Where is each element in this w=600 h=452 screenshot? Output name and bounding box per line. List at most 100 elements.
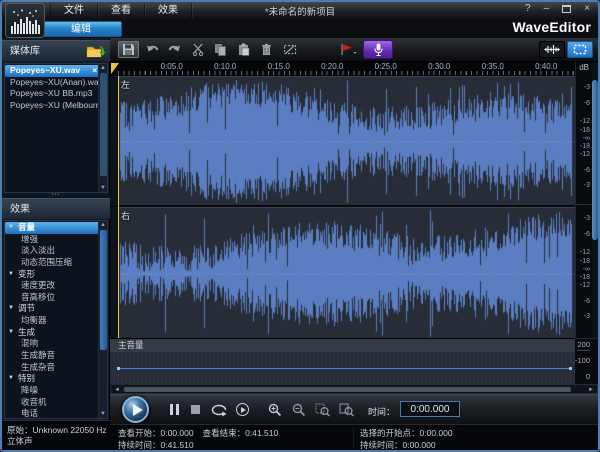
undo-button[interactable] xyxy=(141,41,162,58)
effects-title: 效果 xyxy=(10,204,30,215)
scrollbar-thumb[interactable] xyxy=(592,80,598,240)
menu-file[interactable]: 文件 xyxy=(50,3,98,19)
import-folder-icon[interactable] xyxy=(86,44,106,59)
scroll-down-icon[interactable]: ▼ xyxy=(99,410,107,418)
undo-icon xyxy=(146,45,158,51)
envelope-handle[interactable] xyxy=(117,367,120,370)
scrollbar-thumb[interactable] xyxy=(100,73,107,176)
collapse-icon[interactable]: ▼ xyxy=(8,269,14,281)
effect-item[interactable]: 混响 xyxy=(5,338,100,350)
waveform-right-channel[interactable] xyxy=(118,207,575,339)
effects-list-scrollbar[interactable]: ▲ ▼ xyxy=(98,221,107,418)
effect-item[interactable]: 淡入淡出 xyxy=(5,245,100,257)
effect-item[interactable]: 收音机 xyxy=(5,397,100,409)
help-button[interactable]: ? xyxy=(525,3,531,15)
pause-button[interactable] xyxy=(170,404,179,415)
copy-icon xyxy=(215,44,226,56)
play-selection-button[interactable] xyxy=(236,403,249,416)
scrollbar-thumb[interactable] xyxy=(124,387,571,392)
close-button[interactable]: × xyxy=(584,3,590,15)
media-item-label: Popeyes~XU(Anan).wav xyxy=(10,76,100,87)
close-item-icon[interactable]: × xyxy=(92,65,97,77)
effect-group[interactable]: ▼ 特别 xyxy=(5,373,100,385)
trash-icon xyxy=(262,43,271,55)
effect-group[interactable]: ▼ 调节 xyxy=(5,303,100,315)
effect-label: 动态范围压缩 xyxy=(21,256,73,267)
master-volume-panel[interactable]: 主音量 xyxy=(110,338,575,384)
loop-button[interactable] xyxy=(209,403,229,417)
effect-item[interactable]: 速度更改 xyxy=(5,280,100,292)
selection-mode-button[interactable] xyxy=(567,41,593,58)
effect-item[interactable]: 增强 xyxy=(5,234,100,246)
media-item-label: Popeyes~XU BB.mp3 xyxy=(10,88,93,98)
envelope-handle[interactable] xyxy=(569,367,572,370)
maximize-button[interactable] xyxy=(562,5,572,13)
tab-edit[interactable]: 编辑 xyxy=(40,21,122,37)
scroll-down-icon[interactable]: ▼ xyxy=(99,184,107,192)
effect-group[interactable]: ▼ 变形 xyxy=(5,269,100,281)
timeline-ruler[interactable]: 0:05.0 0:10.0 0:15.0 0:20.0 0:25.0 0:30.… xyxy=(110,62,575,76)
media-item[interactable]: Popeyes~XU.wav × xyxy=(5,65,100,77)
playhead-marker-icon[interactable] xyxy=(111,63,119,74)
media-item[interactable]: Popeyes~XU BB.mp3 xyxy=(5,88,100,100)
time-display[interactable]: 0:00.000 xyxy=(400,401,460,417)
ruler-tick-label: 0:35.0 xyxy=(481,62,504,71)
collapse-icon[interactable]: ▼ xyxy=(8,303,14,315)
media-item[interactable]: Popeyes~XU (Melbourn... xyxy=(5,100,100,112)
effect-item[interactable]: 均衡器 xyxy=(5,315,100,327)
menu-view[interactable]: 查看 xyxy=(98,3,145,19)
paste-button[interactable] xyxy=(233,41,254,58)
scroll-up-icon[interactable]: ▲ xyxy=(99,221,107,229)
volume-envelope-line[interactable] xyxy=(118,368,571,369)
effect-item[interactable]: 动态范围压缩 xyxy=(5,257,100,269)
scroll-left-icon[interactable]: ◄ xyxy=(114,386,120,394)
effect-label: 特别 xyxy=(18,373,36,384)
collapse-icon[interactable]: ▼ xyxy=(8,373,14,385)
zoom-out-button[interactable] xyxy=(292,403,306,417)
effect-label: 调节 xyxy=(18,303,36,314)
zoom-fit-wave-button[interactable] xyxy=(539,41,565,58)
collapse-icon[interactable]: ▼ xyxy=(8,327,14,339)
effect-item[interactable]: 音高移位 xyxy=(5,292,100,304)
horizontal-scrollbar[interactable]: ◄ ► xyxy=(110,384,598,394)
collapse-icon[interactable]: ▼ xyxy=(8,222,14,234)
effect-item[interactable]: 降噪 xyxy=(5,385,100,397)
zoom-out-icon xyxy=(292,403,306,417)
zoom-full-button[interactable] xyxy=(339,403,354,417)
delete-button[interactable] xyxy=(256,41,277,58)
copy-button[interactable] xyxy=(210,41,231,58)
save-button[interactable] xyxy=(118,41,139,58)
effect-group[interactable]: ▼ 音量 xyxy=(5,222,100,234)
redo-button[interactable] xyxy=(164,41,185,58)
effect-item[interactable]: 生成杂音 xyxy=(5,362,100,374)
effect-label: 增强 xyxy=(21,233,39,244)
media-item[interactable]: Popeyes~XU(Anan).wav xyxy=(5,77,100,89)
flag-icon xyxy=(341,44,357,55)
scroll-right-icon[interactable]: ► xyxy=(588,386,594,394)
media-list-scrollbar[interactable]: ▲ ▼ xyxy=(98,64,107,192)
microphone-icon xyxy=(373,43,383,56)
waveform-left-channel[interactable] xyxy=(118,76,575,206)
vertical-scrollbar[interactable] xyxy=(592,62,598,338)
left-channel-label: 左 xyxy=(121,80,131,90)
effect-item[interactable]: 生成静音 xyxy=(5,350,100,362)
scroll-up-icon[interactable]: ▲ xyxy=(99,64,107,72)
play-button[interactable] xyxy=(122,396,149,423)
menu-effects[interactable]: 效果 xyxy=(145,3,192,19)
playhead-line[interactable] xyxy=(118,76,119,338)
zoom-in-button[interactable] xyxy=(268,403,282,417)
wave-gutter xyxy=(110,76,118,338)
selection-rect-icon xyxy=(573,44,587,55)
stop-button[interactable] xyxy=(191,405,200,414)
marker-flag-button[interactable] xyxy=(338,41,359,58)
effect-group[interactable]: ▼ 生成 xyxy=(5,327,100,339)
scrollbar-thumb[interactable] xyxy=(100,230,107,350)
effect-label: 收音机 xyxy=(21,396,47,407)
record-button[interactable] xyxy=(363,40,393,59)
zoom-selection-button[interactable] xyxy=(315,403,330,417)
view-duration: 持续时间：0:41.510 xyxy=(118,440,194,450)
trim-button[interactable] xyxy=(279,41,300,58)
cut-button[interactable] xyxy=(187,41,208,58)
effect-item[interactable]: 电话 xyxy=(5,408,100,420)
minimize-button[interactable]: – xyxy=(544,3,550,15)
